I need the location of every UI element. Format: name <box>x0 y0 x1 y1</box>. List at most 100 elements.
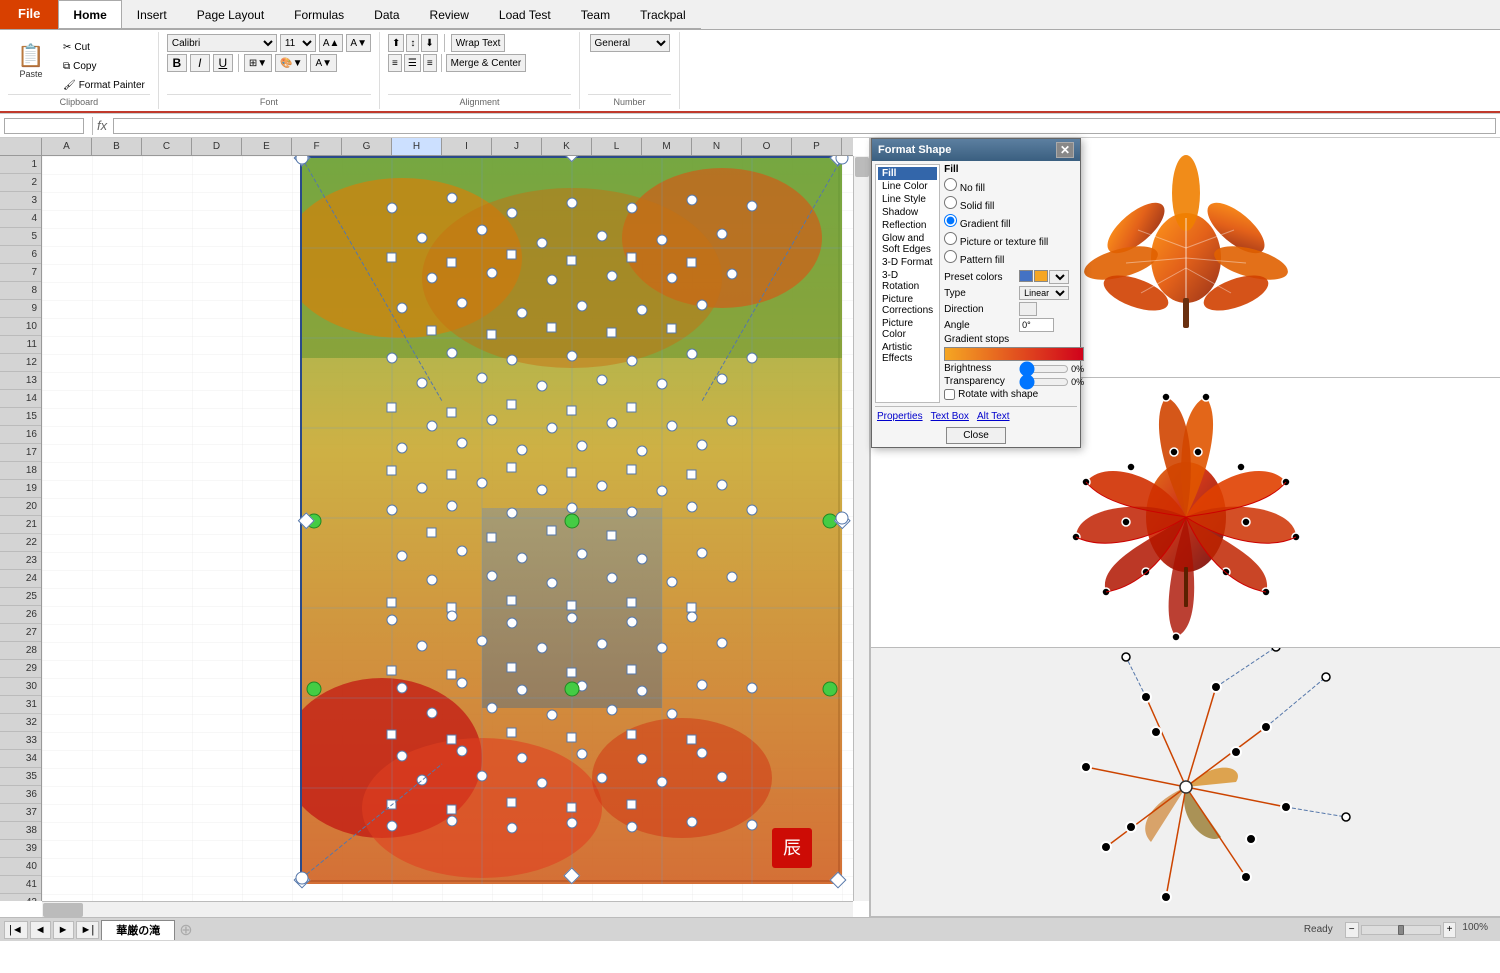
row-header-13[interactable]: 13 <box>0 372 41 390</box>
align-bottom-button[interactable]: ⬇ <box>421 34 437 52</box>
nav-line-style[interactable]: Line Style <box>878 193 937 206</box>
type-select[interactable]: Linear <box>1019 286 1069 300</box>
pattern-fill-option[interactable]: Pattern fill <box>944 250 1084 266</box>
bold-button[interactable]: B <box>167 54 187 72</box>
row-header-38[interactable]: 38 <box>0 822 41 840</box>
copy-button[interactable]: ⧉ Copy <box>58 57 150 75</box>
tab-page-layout[interactable]: Page Layout <box>182 0 279 28</box>
italic-button[interactable]: I <box>190 54 210 72</box>
preset-color-2[interactable] <box>1034 270 1048 282</box>
artwork-container[interactable]: 辰 <box>300 156 840 882</box>
col-header-L[interactable]: L <box>592 138 642 155</box>
tab-trackpal[interactable]: Trackpal <box>625 0 701 28</box>
row-header-17[interactable]: 17 <box>0 444 41 462</box>
align-right-button[interactable]: ≡ <box>423 54 437 72</box>
row-header-23[interactable]: 23 <box>0 552 41 570</box>
row-header-8[interactable]: 8 <box>0 282 41 300</box>
row-header-35[interactable]: 35 <box>0 768 41 786</box>
tab-load-test[interactable]: Load Test <box>484 0 566 28</box>
close-button[interactable]: Close <box>946 427 1006 444</box>
text-box-link[interactable]: Text Box <box>931 411 969 422</box>
row-header-40[interactable]: 40 <box>0 858 41 876</box>
row-header-15[interactable]: 15 <box>0 408 41 426</box>
tab-nav-prev[interactable]: ◄ <box>30 921 51 939</box>
row-header-21[interactable]: 21 <box>0 516 41 534</box>
row-header-27[interactable]: 27 <box>0 624 41 642</box>
row-header-3[interactable]: 3 <box>0 192 41 210</box>
cells-area[interactable]: 辰 <box>42 156 853 901</box>
row-header-31[interactable]: 31 <box>0 696 41 714</box>
file-tab[interactable]: File <box>0 0 58 29</box>
font-size-select[interactable]: 11 <box>280 34 316 52</box>
col-header-J[interactable]: J <box>492 138 542 155</box>
row-header-34[interactable]: 34 <box>0 750 41 768</box>
col-header-N[interactable]: N <box>692 138 742 155</box>
angle-input[interactable] <box>1019 318 1054 332</box>
nav-artistic-effects[interactable]: Artistic Effects <box>878 341 937 365</box>
direction-button[interactable] <box>1019 302 1037 316</box>
row-header-29[interactable]: 29 <box>0 660 41 678</box>
tab-nav-last[interactable]: ►| <box>76 921 100 939</box>
row-header-22[interactable]: 22 <box>0 534 41 552</box>
row-header-4[interactable]: 4 <box>0 210 41 228</box>
font-color-button[interactable]: A▼ <box>310 54 337 72</box>
row-header-24[interactable]: 24 <box>0 570 41 588</box>
add-sheet-button[interactable]: ⊕ <box>179 920 192 940</box>
sheet-tab-main[interactable]: 華厳の滝 <box>101 920 175 940</box>
tab-review[interactable]: Review <box>415 0 484 28</box>
merge-center-button[interactable]: Merge & Center <box>446 54 527 72</box>
formula-input[interactable] <box>113 118 1496 134</box>
col-header-C[interactable]: C <box>142 138 192 155</box>
col-header-I[interactable]: I <box>442 138 492 155</box>
row-header-26[interactable]: 26 <box>0 606 41 624</box>
tab-home[interactable]: Home <box>58 0 121 28</box>
wrap-text-button[interactable]: Wrap Text <box>451 34 506 52</box>
brightness-slider[interactable] <box>1019 364 1069 374</box>
row-header-30[interactable]: 30 <box>0 678 41 696</box>
row-header-18[interactable]: 18 <box>0 462 41 480</box>
row-header-5[interactable]: 5 <box>0 228 41 246</box>
row-header-39[interactable]: 39 <box>0 840 41 858</box>
col-header-F[interactable]: F <box>292 138 342 155</box>
row-header-36[interactable]: 36 <box>0 786 41 804</box>
nav-glow[interactable]: Glow and Soft Edges <box>878 232 937 256</box>
nav-fill[interactable]: Fill <box>878 167 937 180</box>
row-header-16[interactable]: 16 <box>0 426 41 444</box>
nav-reflection[interactable]: Reflection <box>878 219 937 232</box>
row-header-37[interactable]: 37 <box>0 804 41 822</box>
col-header-H[interactable]: H <box>392 138 442 155</box>
col-header-P[interactable]: P <box>792 138 842 155</box>
gradient-bar[interactable] <box>944 347 1084 361</box>
row-header-41[interactable]: 41 <box>0 876 41 894</box>
number-format-select[interactable]: General <box>590 34 670 52</box>
border-button[interactable]: ⊞▼ <box>244 54 272 72</box>
nav-picture-corrections[interactable]: Picture Corrections <box>878 293 937 317</box>
col-header-G[interactable]: G <box>342 138 392 155</box>
tab-team[interactable]: Team <box>566 0 625 28</box>
nav-3d-rotation[interactable]: 3-D Rotation <box>878 269 937 293</box>
row-header-32[interactable]: 32 <box>0 714 41 732</box>
picture-texture-option[interactable]: Picture or texture fill <box>944 232 1084 248</box>
row-header-2[interactable]: 2 <box>0 174 41 192</box>
row-header-1[interactable]: 1 <box>0 156 41 174</box>
transparency-slider[interactable] <box>1019 377 1069 387</box>
preset-color-1[interactable] <box>1019 270 1033 282</box>
fill-color-button[interactable]: 🎨▼ <box>275 54 307 72</box>
horizontal-scrollbar[interactable] <box>42 901 853 917</box>
col-header-B[interactable]: B <box>92 138 142 155</box>
col-header-K[interactable]: K <box>542 138 592 155</box>
zoom-slider[interactable] <box>1361 925 1441 935</box>
no-fill-option[interactable]: No fill <box>944 178 1084 194</box>
nav-line-color[interactable]: Line Color <box>878 180 937 193</box>
tab-nav-next[interactable]: ► <box>53 921 74 939</box>
row-header-10[interactable]: 10 <box>0 318 41 336</box>
row-header-9[interactable]: 9 <box>0 300 41 318</box>
preset-colors-dropdown[interactable] <box>1049 270 1069 284</box>
col-header-O[interactable]: O <box>742 138 792 155</box>
alt-text-link[interactable]: Alt Text <box>977 411 1010 422</box>
row-header-7[interactable]: 7 <box>0 264 41 282</box>
col-header-A[interactable]: A <box>42 138 92 155</box>
tab-data[interactable]: Data <box>359 0 414 28</box>
tab-formulas[interactable]: Formulas <box>279 0 359 28</box>
row-header-28[interactable]: 28 <box>0 642 41 660</box>
